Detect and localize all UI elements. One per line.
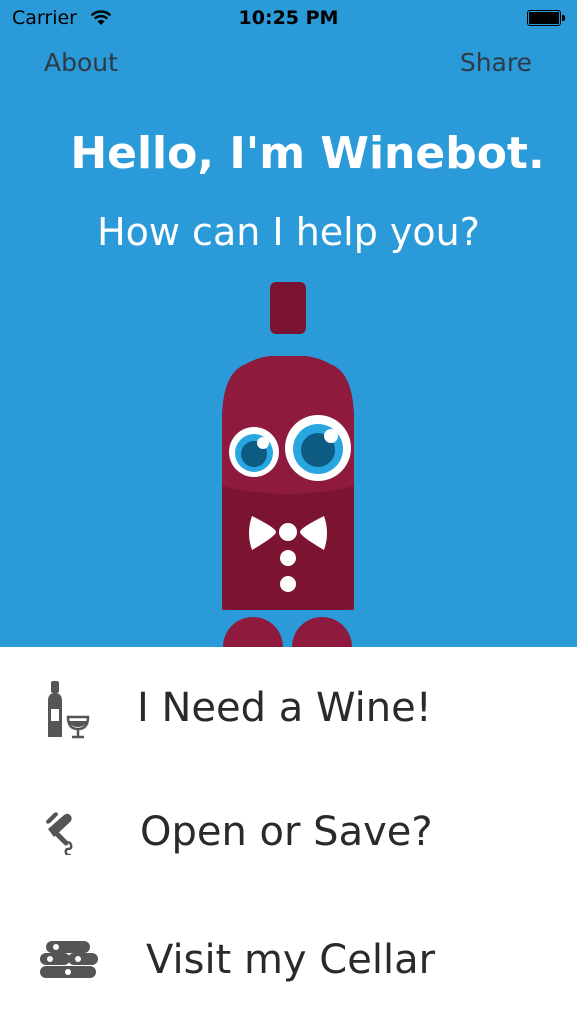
share-button[interactable]: Share — [460, 48, 532, 77]
right-foot — [292, 617, 352, 647]
winebot-mascot — [222, 282, 354, 647]
button-dot — [280, 576, 296, 592]
about-button[interactable]: About — [44, 48, 118, 77]
left-foot — [223, 617, 283, 647]
menu-item-label: Visit my Cellar — [146, 937, 436, 983]
need-wine-button[interactable]: I Need a Wine! — [0, 647, 577, 767]
visit-cellar-button[interactable]: Visit my Cellar — [0, 895, 577, 1015]
corkscrew-icon — [46, 812, 73, 855]
status-bar: Carrier 10:25 PM — [0, 0, 577, 38]
menu-item-label: Open or Save? — [140, 809, 433, 855]
battery-icon — [527, 10, 567, 28]
action-menu: I Need a Wine! Open or Save? Visit my Ce… — [0, 647, 577, 1024]
wine-bottle-glass-icon — [48, 681, 90, 739]
hero-panel: Carrier 10:25 PM About Share Hello, I'm … — [0, 0, 577, 647]
left-eye — [229, 427, 279, 477]
bottle-neck — [270, 282, 306, 334]
wine-cellar-icon — [40, 941, 98, 978]
button-dot — [280, 550, 296, 566]
clock: 10:25 PM — [238, 7, 339, 29]
greeting-title: Hello, I'm Winebot. — [70, 128, 545, 179]
greeting-subtitle: How can I help you? — [97, 210, 480, 254]
menu-item-label: I Need a Wine! — [137, 685, 432, 731]
open-or-save-button[interactable]: Open or Save? — [0, 771, 577, 891]
right-eye — [285, 415, 351, 481]
